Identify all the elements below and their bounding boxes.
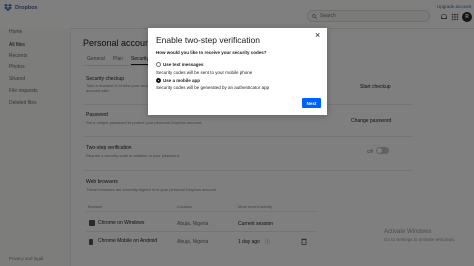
option-label: Use a mobile app	[163, 78, 201, 83]
option-desc: Security codes will be sent to your mobi…	[156, 70, 253, 75]
radio-mobile-app[interactable]	[156, 78, 161, 83]
option-label: Use text messages	[163, 62, 204, 67]
dialog-question: How would you like to receive your secur…	[156, 50, 267, 55]
radio-text-messages[interactable]	[156, 62, 161, 67]
option-desc: Security codes will be generated by an a…	[156, 85, 270, 90]
next-button[interactable]: Next	[302, 98, 321, 108]
two-step-dialog: Enable two-step verification × How would…	[148, 28, 327, 115]
option-mobile-app[interactable]: Use a mobile app	[156, 78, 200, 83]
option-text-messages[interactable]: Use text messages	[156, 62, 204, 67]
dialog-title: Enable two-step verification	[156, 35, 260, 45]
close-icon[interactable]: ×	[315, 31, 320, 40]
